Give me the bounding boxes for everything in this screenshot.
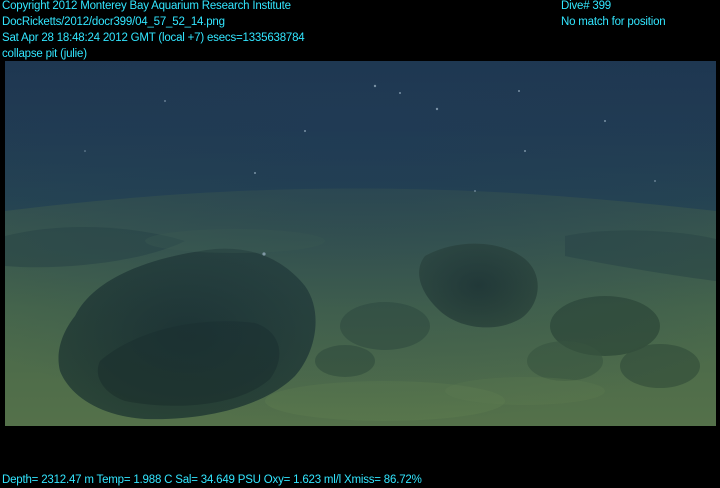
annotation-text: collapse pit (julie) <box>2 48 87 60</box>
seafloor-image <box>5 61 716 426</box>
seafloor-scene <box>5 61 716 426</box>
filename-text: DocRicketts/2012/docr399/04_57_52_14.png <box>2 16 225 28</box>
copyright-text: Copyright 2012 Monterey Bay Aquarium Res… <box>2 0 291 12</box>
position-status: No match for position <box>561 16 666 28</box>
datetime-text: Sat Apr 28 18:48:24 2012 GMT (local +7) … <box>2 32 305 44</box>
dive-number: Dive# 399 <box>561 0 611 12</box>
